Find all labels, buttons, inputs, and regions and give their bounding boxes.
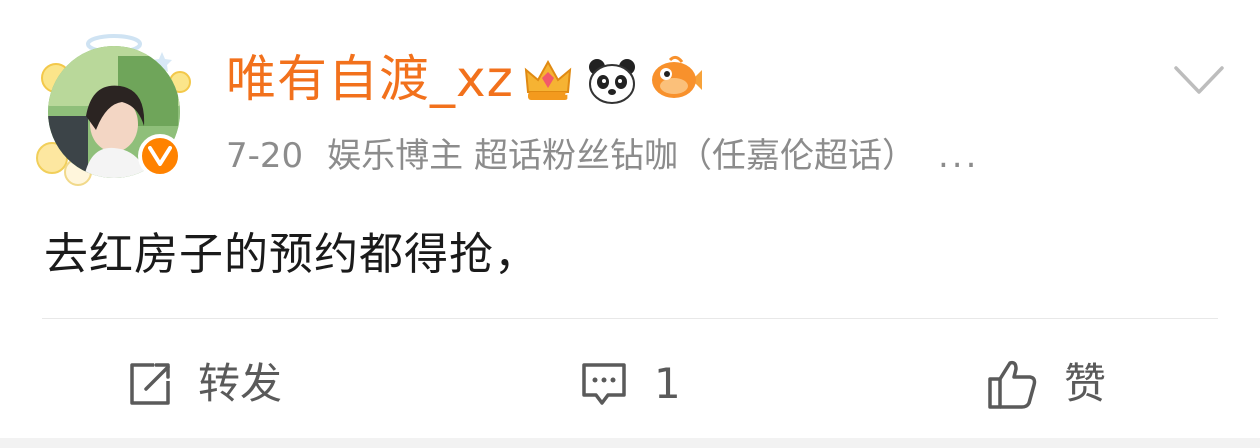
- comment-button[interactable]: 1: [578, 346, 681, 422]
- username[interactable]: 唯有自渡_xz: [226, 46, 514, 112]
- meta-more: ...: [937, 136, 980, 176]
- divider: [42, 318, 1218, 319]
- post-meta: 7-20 娱乐博主 超话粉丝钻咖（任嘉伦超话）...: [226, 132, 979, 180]
- weibo-post-card: 唯有自渡_xz 1 7-20 娱乐博主 超话粉丝钻咖（任嘉伦超话） ... 去红…: [0, 0, 1260, 448]
- avatar[interactable]: [34, 30, 194, 190]
- like-button[interactable]: 赞: [984, 346, 1106, 422]
- repost-button[interactable]: 转发: [124, 346, 282, 422]
- post-text[interactable]: 去红房子的预约都得抢，: [44, 222, 539, 288]
- crown-membership-icon[interactable]: 1: [520, 52, 576, 108]
- chevron-down-icon[interactable]: [1170, 60, 1228, 100]
- card-separator: [0, 438, 1260, 448]
- repost-icon: [130, 363, 170, 405]
- svg-text:1: 1: [564, 91, 572, 105]
- comment-icon: [582, 363, 626, 405]
- post-source[interactable]: 娱乐博主 超话粉丝钻咖（任嘉伦超话）: [327, 136, 916, 176]
- post-time: 7-20: [226, 136, 304, 176]
- panda-icon[interactable]: [584, 52, 640, 108]
- comment-count: 1: [654, 359, 681, 408]
- user-badges: 1: [520, 50, 704, 110]
- orange-fish-icon[interactable]: [648, 52, 704, 108]
- verified-badge-icon: [138, 134, 182, 178]
- thumbs-up-icon: [988, 360, 1037, 409]
- repost-label: 转发: [198, 359, 283, 408]
- like-label: 赞: [1064, 359, 1107, 408]
